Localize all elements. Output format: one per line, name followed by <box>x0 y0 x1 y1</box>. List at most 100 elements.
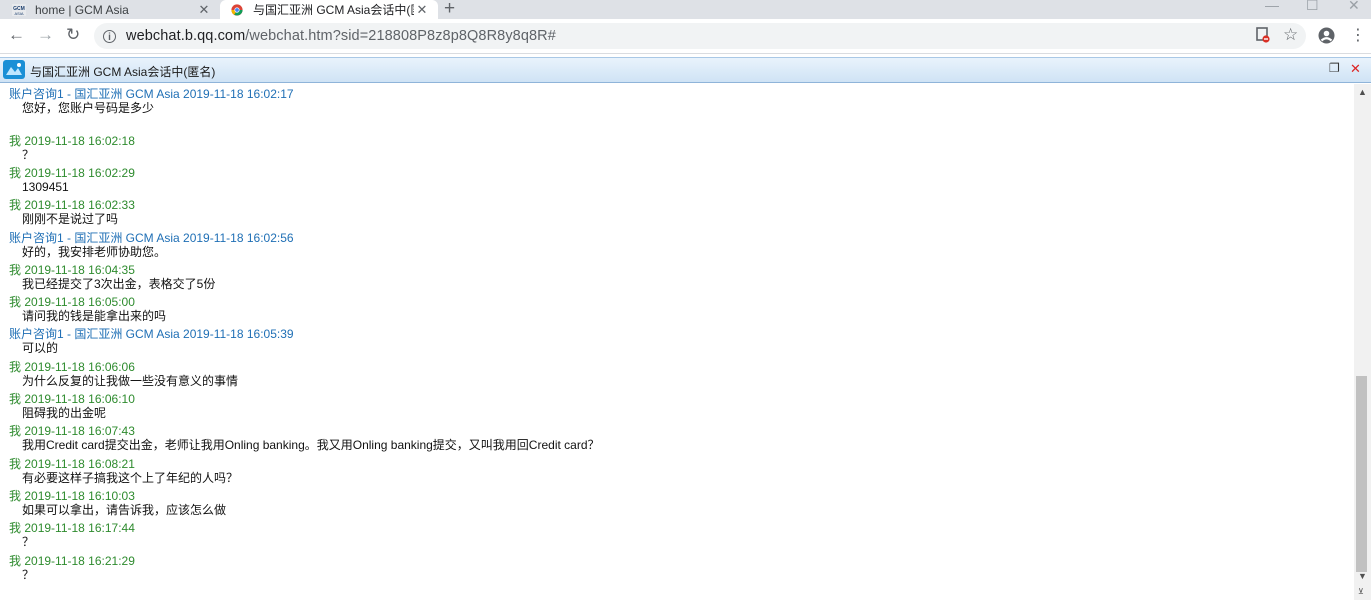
message-text: 我已经提交了3次出金，表格交了5份 <box>22 277 216 291</box>
scrollbar[interactable]: ▲ ▼ ⊻ <box>1354 84 1371 600</box>
chat-message: 我 2019-11-18 16:02:33 刚刚不是说过了吗 <box>9 198 135 226</box>
info-icon[interactable]: i <box>103 29 116 43</box>
chat-message: 账户咨询1 - 国汇亚洲 GCM Asia 2019-11-18 16:02:5… <box>9 231 294 259</box>
gcm-asia-logo-icon: GCM ASIA <box>12 3 26 16</box>
message-time: 2019-11-18 16:07:43 <box>24 424 135 438</box>
message-time: 2019-11-18 16:21:29 <box>24 554 135 568</box>
message-text: 好的，我安排老师协助您。 <box>22 245 167 259</box>
message-time: 2019-11-18 16:02:17 <box>183 87 294 101</box>
message-meta: 我 2019-11-18 16:05:00 <box>9 295 166 309</box>
qq-chat-logo-icon <box>3 60 25 79</box>
message-sender: 我 <box>9 457 22 471</box>
message-sender: 账户咨询1 - 国汇亚洲 GCM Asia <box>9 87 180 101</box>
message-meta: 我 2019-11-18 16:06:06 <box>9 360 238 374</box>
message-text: ？ <box>22 535 35 549</box>
restore-icon[interactable]: ❐ <box>1329 61 1340 75</box>
tab-strip: GCM ASIA home | GCM Asia ✕ 与国汇亚洲 GCM Asi… <box>0 0 1371 19</box>
scrollbar-thumb[interactable] <box>1356 376 1367 572</box>
message-time: 2019-11-18 16:05:39 <box>183 327 294 341</box>
message-time: 2019-11-18 16:02:33 <box>24 198 135 212</box>
close-icon[interactable]: ✕ <box>196 2 212 18</box>
star-icon[interactable]: ☆ <box>1283 25 1298 45</box>
chat-message: 我 2019-11-18 16:07:43 我用Credit card提交出金，老… <box>9 424 600 452</box>
message-sender: 我 <box>9 521 22 535</box>
tab-title: home | GCM Asia <box>35 2 129 17</box>
browser-toolbar: ← → ↻ i webchat.b.qq.com/webchat.htm?sid… <box>0 19 1371 54</box>
message-sender: 账户咨询1 - 国汇亚洲 GCM Asia <box>9 327 180 341</box>
message-meta: 账户咨询1 - 国汇亚洲 GCM Asia 2019-11-18 16:02:5… <box>9 231 294 245</box>
message-sender: 我 <box>9 295 22 309</box>
message-sender: 我 <box>9 554 22 568</box>
message-time: 2019-11-18 16:17:44 <box>24 521 135 535</box>
back-icon[interactable]: ← <box>8 25 25 45</box>
message-sender: 我 <box>9 424 22 438</box>
message-sender: 我 <box>9 263 22 277</box>
chat-message: 我 2019-11-18 16:08:21 有必要这样子搞我这个上了年纪的人吗？ <box>9 457 238 485</box>
message-sender: 账户咨询1 - 国汇亚洲 GCM Asia <box>9 231 180 245</box>
message-text: 为什么反复的让我做一些没有意义的事情 <box>22 374 239 388</box>
close-icon[interactable]: ✕ <box>414 2 430 18</box>
message-text: ？ <box>22 568 35 582</box>
message-meta: 账户咨询1 - 国汇亚洲 GCM Asia 2019-11-18 16:02:1… <box>9 87 294 101</box>
chat-message: 我 2019-11-18 16:21:29？ <box>9 554 135 582</box>
message-time: 2019-11-18 16:05:00 <box>24 295 135 309</box>
message-meta: 我 2019-11-18 16:02:33 <box>9 198 135 212</box>
reload-icon[interactable]: ↻ <box>66 25 80 45</box>
chat-message: 账户咨询1 - 国汇亚洲 GCM Asia 2019-11-18 16:02:1… <box>9 87 294 115</box>
message-meta: 我 2019-11-18 16:02:29 <box>9 166 135 180</box>
forward-icon[interactable]: → <box>37 25 54 45</box>
message-time: 2019-11-18 16:10:03 <box>24 489 135 503</box>
message-text: ？ <box>22 148 35 162</box>
blocked-popup-icon[interactable] <box>1256 27 1270 43</box>
message-time: 2019-11-18 16:02:29 <box>24 166 135 180</box>
message-time: 2019-11-18 16:02:56 <box>183 231 294 245</box>
message-meta: 我 2019-11-18 16:17:44 <box>9 521 135 535</box>
message-meta: 我 2019-11-18 16:04:35 <box>9 263 215 277</box>
account-icon[interactable] <box>1318 27 1335 44</box>
chat-message: 我 2019-11-18 16:06:10 阻碍我的出金呢 <box>9 392 135 420</box>
scroll-end-icon[interactable]: ⊻ <box>1358 587 1364 596</box>
qq-chrome-logo-icon <box>231 3 243 16</box>
message-time: 2019-11-18 16:04:35 <box>24 263 135 277</box>
message-meta: 我 2019-11-18 16:10:03 <box>9 489 226 503</box>
address-bar[interactable]: i webchat.b.qq.com/webchat.htm?sid=21880… <box>94 23 1306 49</box>
message-meta: 账户咨询1 - 国汇亚洲 GCM Asia 2019-11-18 16:05:3… <box>9 327 294 341</box>
message-text: 您好，您账户号码是多少 <box>22 101 155 115</box>
message-text: 如果可以拿出，请告诉我，应该怎么做 <box>22 503 227 517</box>
message-text: 阻碍我的出金呢 <box>22 406 107 420</box>
message-time: 2019-11-18 16:08:21 <box>24 457 135 471</box>
message-meta: 我 2019-11-18 16:07:43 <box>9 424 600 438</box>
chat-message: 账户咨询1 - 国汇亚洲 GCM Asia 2019-11-18 16:05:3… <box>9 327 294 355</box>
chat-message: 我 2019-11-18 16:10:03 如果可以拿出，请告诉我，应该怎么做 <box>9 489 226 517</box>
chat-message: 我 2019-11-18 16:02:29 1309451 <box>9 166 135 194</box>
tab-title: 与国汇亚洲 GCM Asia会话中(匿 <box>253 3 414 17</box>
message-text: 1309451 <box>22 180 69 194</box>
chat-message: 我 2019-11-18 16:02:18？ <box>9 134 135 162</box>
message-time: 2019-11-18 16:06:06 <box>24 360 135 374</box>
message-sender: 我 <box>9 198 22 212</box>
message-sender: 我 <box>9 360 22 374</box>
scroll-down-icon[interactable]: ▼ <box>1358 571 1367 581</box>
chat-message: 我 2019-11-18 16:17:44？ <box>9 521 135 549</box>
message-time: 2019-11-18 16:06:10 <box>24 392 135 406</box>
chat-close-icon[interactable]: ✕ <box>1350 61 1361 77</box>
maximize-icon[interactable]: ☐ <box>1306 0 1319 14</box>
chat-message: 我 2019-11-18 16:05:00 请问我的钱是能拿出来的吗 <box>9 295 166 323</box>
chat-message-list: 账户咨询1 - 国汇亚洲 GCM Asia 2019-11-18 16:02:1… <box>0 84 1354 600</box>
chat-title: 与国汇亚洲 GCM Asia会话中(匿名) <box>30 65 216 79</box>
window-close-icon[interactable]: ✕ <box>1348 0 1360 14</box>
new-tab-icon[interactable]: + <box>444 0 455 20</box>
url-text: webchat.b.qq.com/webchat.htm?sid=218808P… <box>126 28 556 44</box>
message-text: 有必要这样子搞我这个上了年纪的人吗？ <box>22 471 239 485</box>
tab-home-gcm-asia[interactable]: GCM ASIA home | GCM Asia ✕ <box>0 0 220 19</box>
menu-icon[interactable]: ⋮ <box>1350 25 1366 45</box>
chat-message: 我 2019-11-18 16:04:35 我已经提交了3次出金，表格交了5份 <box>9 263 215 291</box>
scroll-up-icon[interactable]: ▲ <box>1358 87 1367 97</box>
message-text: 请问我的钱是能拿出来的吗 <box>22 309 167 323</box>
message-text: 刚刚不是说过了吗 <box>22 212 119 226</box>
tab-webchat[interactable]: 与国汇亚洲 GCM Asia会话中(匿 ✕ <box>220 0 438 19</box>
message-meta: 我 2019-11-18 16:21:29 <box>9 554 135 568</box>
minimize-icon[interactable]: — <box>1265 0 1279 13</box>
chat-message: 我 2019-11-18 16:06:06 为什么反复的让我做一些没有意义的事情 <box>9 360 238 388</box>
svg-text:ASIA: ASIA <box>14 11 23 16</box>
